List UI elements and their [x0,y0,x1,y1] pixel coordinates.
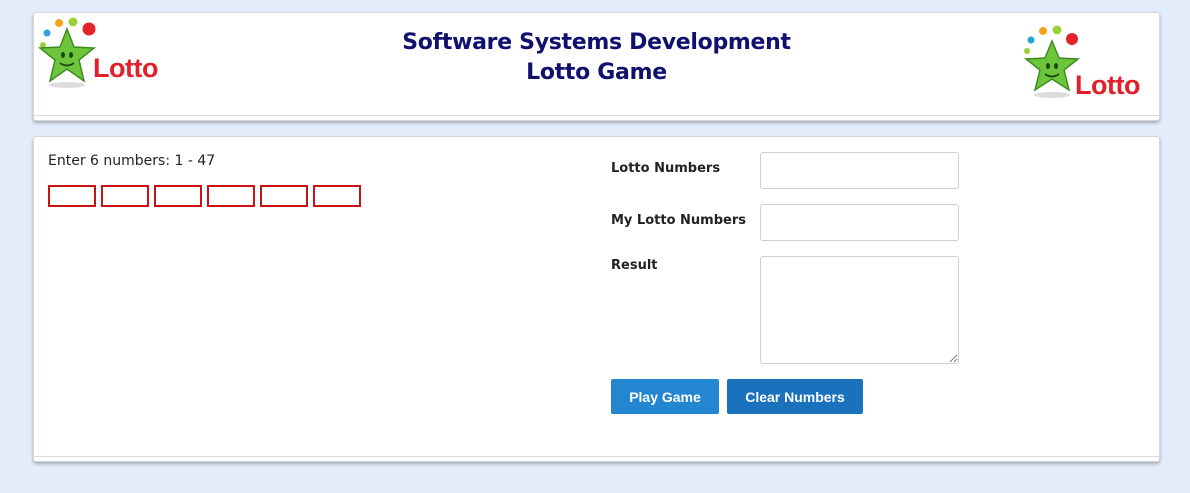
logo-text: Lotto [1075,70,1140,100]
number-input-3[interactable] [154,185,202,207]
lotto-logo-right: Lotto [1022,23,1157,103]
header-card: Lotto Software Systems Development Lotto… [33,12,1160,121]
lotto-numbers-field[interactable] [760,152,959,189]
title-line-2: Lotto Game [526,60,667,85]
game-card: Enter 6 numbers: 1 - 47 Lotto Numbers My… [33,136,1160,462]
number-entry-row [48,185,366,207]
number-input-6[interactable] [313,185,361,207]
page-title: Software Systems Development Lotto Game [34,28,1159,88]
lotto-numbers-label: Lotto Numbers [611,161,721,176]
result-label: Result [611,258,658,273]
entry-instruction: Enter 6 numbers: 1 - 47 [48,153,216,169]
clear-numbers-button[interactable]: Clear Numbers [727,379,863,414]
number-input-5[interactable] [260,185,308,207]
title-line-1: Software Systems Development [402,30,791,55]
number-input-4[interactable] [207,185,255,207]
number-input-1[interactable] [48,185,96,207]
my-lotto-numbers-field[interactable] [760,204,959,241]
number-input-2[interactable] [101,185,149,207]
my-lotto-numbers-label: My Lotto Numbers [611,213,746,228]
result-textarea[interactable] [760,256,959,364]
play-game-button[interactable]: Play Game [611,379,719,414]
